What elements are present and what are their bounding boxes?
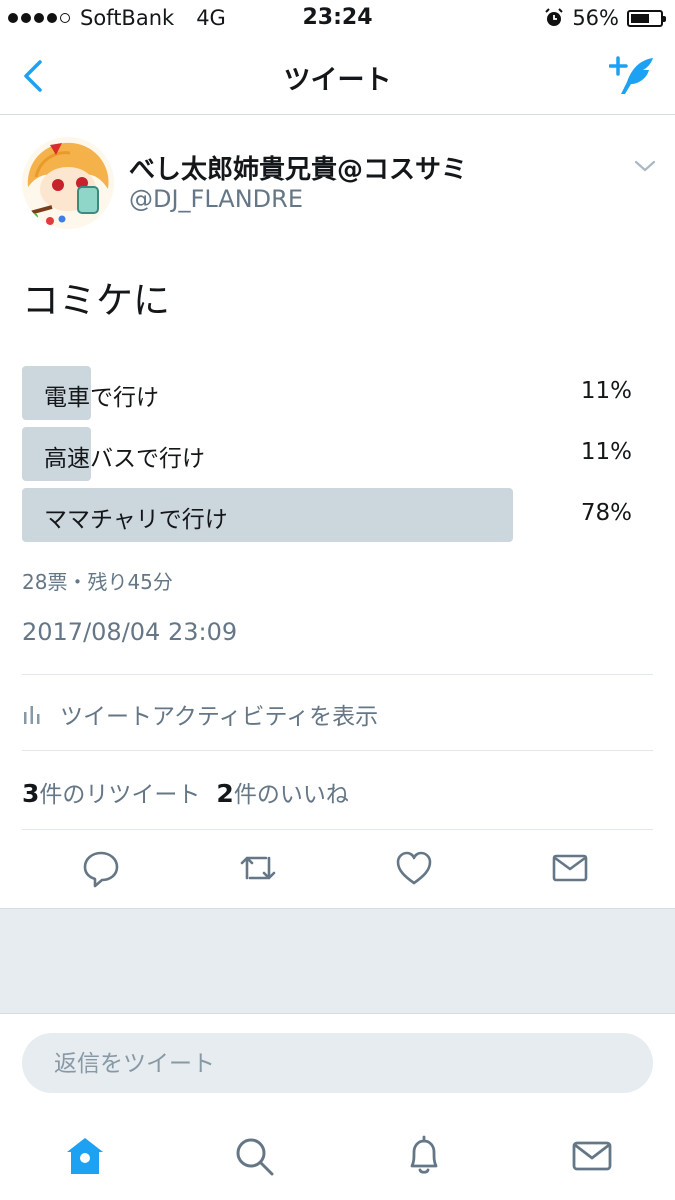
poll-option-label: 電車で行け bbox=[44, 385, 159, 411]
message-icon[interactable] bbox=[550, 848, 590, 888]
conversation-area bbox=[0, 908, 675, 1014]
chevron-down-icon[interactable] bbox=[633, 158, 657, 174]
tab-bar bbox=[0, 1110, 675, 1200]
display-name[interactable]: べし太郎姉貴兄貴@コスサミ bbox=[129, 149, 467, 186]
poll-option-percent: 78% bbox=[580, 500, 632, 526]
tweet-activity-label: ツイートアクティビティを表示 bbox=[60, 704, 379, 730]
messages-icon[interactable] bbox=[570, 1134, 614, 1178]
status-bar: SoftBank 4G 23:24 56% bbox=[0, 0, 675, 38]
poll-option-percent: 11% bbox=[580, 439, 632, 465]
battery-percent: 56% bbox=[572, 6, 619, 30]
retweet-icon[interactable] bbox=[238, 848, 278, 888]
bar-chart-icon bbox=[24, 706, 40, 724]
divider bbox=[22, 674, 653, 675]
poll-option: 高速バスで行け 11% bbox=[22, 427, 632, 481]
nav-bar: ツイート bbox=[0, 38, 675, 115]
user-handle[interactable]: @DJ_FLANDRE bbox=[129, 185, 303, 213]
tweet-actions bbox=[0, 848, 675, 892]
compose-tweet-icon[interactable] bbox=[609, 54, 657, 98]
like-count: 2 bbox=[216, 779, 234, 808]
tweet-activity-link[interactable]: ツイートアクティビティを表示 bbox=[22, 697, 378, 731]
divider bbox=[22, 750, 653, 751]
engagement-stats: 3件のリツイート 2件のいいね bbox=[22, 775, 349, 809]
poll-option: ママチャリで行け 78% bbox=[22, 488, 632, 542]
reply-input[interactable] bbox=[52, 1033, 616, 1095]
notifications-icon[interactable] bbox=[402, 1134, 446, 1178]
retweet-count: 3 bbox=[22, 779, 40, 808]
divider bbox=[22, 829, 653, 830]
like-icon[interactable] bbox=[394, 848, 434, 888]
page-title: ツイート bbox=[283, 65, 392, 96]
search-icon[interactable] bbox=[232, 1134, 276, 1178]
retweet-count-label: 件のリツイート bbox=[39, 782, 201, 808]
home-icon[interactable] bbox=[63, 1134, 107, 1178]
poll-option-label: ママチャリで行け bbox=[44, 507, 228, 533]
avatar-image bbox=[22, 137, 114, 229]
tweet-text: コミケに bbox=[22, 279, 170, 322]
reply-icon[interactable] bbox=[81, 848, 121, 888]
retweet-stat[interactable]: 3件のリツイート bbox=[22, 779, 201, 808]
battery-icon bbox=[627, 9, 666, 27]
like-stat[interactable]: 2件のいいね bbox=[216, 779, 349, 808]
alarm-icon bbox=[545, 8, 564, 26]
poll-meta: 28票・残り45分 bbox=[22, 570, 173, 594]
avatar[interactable] bbox=[22, 137, 114, 229]
poll-option: 電車で行け 11% bbox=[22, 366, 632, 420]
like-count-label: 件のいいね bbox=[233, 782, 349, 808]
poll-option-label: 高速バスで行け bbox=[44, 446, 205, 472]
reply-box[interactable] bbox=[22, 1033, 653, 1095]
tweet-timestamp: 2017/08/04 23:09 bbox=[22, 618, 238, 646]
status-right: 56% bbox=[544, 6, 666, 30]
poll-option-percent: 11% bbox=[580, 378, 632, 404]
